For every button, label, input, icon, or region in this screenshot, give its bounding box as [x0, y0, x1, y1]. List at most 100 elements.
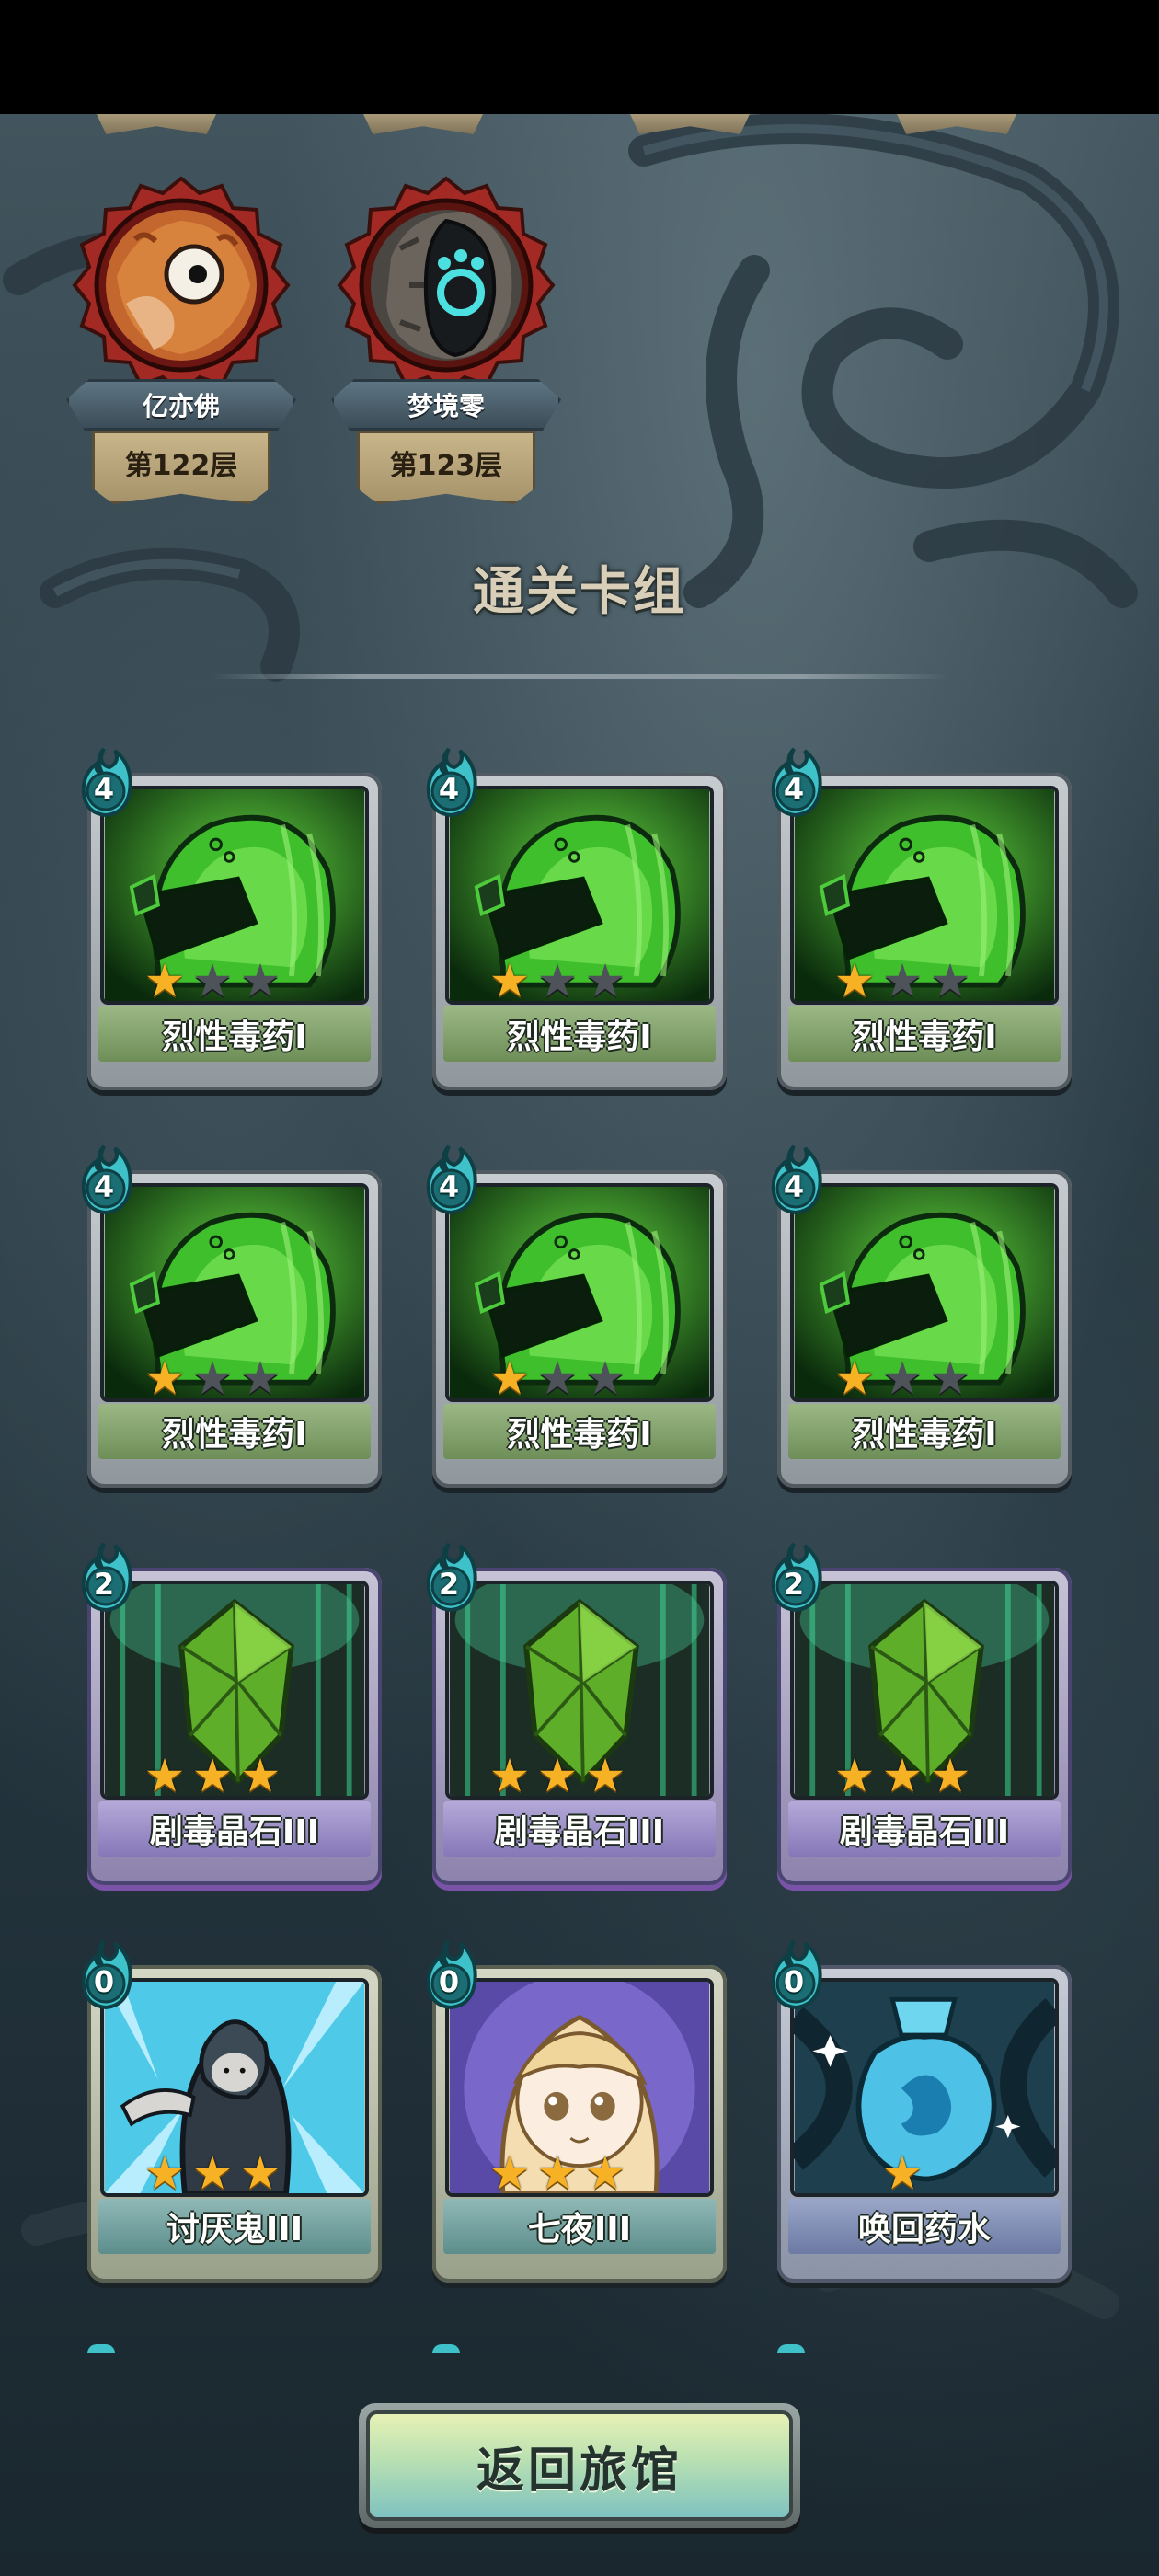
star-filled-icon: ★ — [584, 1749, 626, 1802]
energy-flame-icon: 0 — [768, 1938, 832, 2011]
star-filled-icon: ★ — [143, 954, 186, 1007]
card-poison-crystal[interactable]: ★ ★ ★ 剧毒晶石III 2 — [426, 1540, 727, 1890]
card-cost: 2 — [438, 1567, 460, 1602]
energy-flame-icon: 2 — [423, 1540, 488, 1614]
star-rating: ★ ★ ★ — [488, 954, 671, 1007]
card-cost: 0 — [438, 1964, 460, 1999]
star-filled-icon: ★ — [536, 1749, 579, 1802]
section-title: 通关卡组 — [473, 562, 686, 622]
star-filled-icon: ★ — [881, 2146, 924, 2200]
energy-flame-icon: 0 — [78, 1938, 143, 2011]
card-cost: 0 — [93, 1964, 115, 1999]
pennant — [97, 114, 216, 134]
star-rating: ★ ★ ★ — [488, 1749, 671, 1802]
card-cost: 0 — [783, 1964, 805, 1999]
energy-flame-icon: 4 — [423, 745, 488, 819]
star-filled-icon: ★ — [191, 2146, 234, 2200]
card-name: 烈性毒药I — [443, 1404, 716, 1459]
star-empty-icon: ★ — [239, 954, 281, 1007]
return-to-inn-button[interactable]: 返回旅馆 — [359, 2403, 800, 2528]
status-bar — [0, 0, 1159, 114]
energy-flame-icon: 4 — [423, 1143, 488, 1216]
star-rating: ★ ★ ★ — [832, 1749, 1016, 1802]
card-cost: 4 — [438, 1169, 460, 1204]
star-empty-icon: ★ — [191, 954, 234, 1007]
next-row-peek — [777, 2344, 1072, 2355]
star-filled-icon: ★ — [488, 954, 531, 1007]
card-name: 讨厌鬼III — [98, 2199, 371, 2254]
star-rating: ★ — [880, 2146, 1064, 2200]
card-cost: 2 — [783, 1567, 805, 1602]
card-poison-potion[interactable]: ★ ★ ★ 烈性毒药I 4 — [81, 745, 382, 1095]
card-poison-potion[interactable]: ★ ★ ★ 烈性毒药I 4 — [81, 1143, 382, 1492]
star-filled-icon: ★ — [488, 1749, 531, 1802]
star-filled-icon: ★ — [488, 1351, 531, 1405]
star-rating: ★ ★ ★ — [832, 954, 1016, 1007]
star-empty-icon: ★ — [239, 1351, 281, 1405]
card-name: 烈性毒药I — [443, 1006, 716, 1062]
card-cost: 4 — [783, 772, 805, 807]
card-cost: 4 — [93, 772, 115, 807]
card-poison-potion[interactable]: ★ ★ ★ 烈性毒药I 4 — [426, 745, 727, 1095]
energy-flame-icon: 4 — [78, 745, 143, 819]
card-name: 剧毒晶石III — [788, 1801, 1061, 1857]
card-poison-crystal[interactable]: ★ ★ ★ 剧毒晶石III 2 — [81, 1540, 382, 1890]
star-filled-icon: ★ — [143, 1749, 186, 1802]
return-to-inn-label: 返回旅馆 — [366, 2410, 793, 2521]
card-recall-potion[interactable]: ★ 唤回药水 0 — [771, 1938, 1072, 2287]
card-name: 七夜III — [443, 2199, 716, 2254]
card-name: 烈性毒药I — [788, 1404, 1061, 1459]
star-rating: ★ ★ ★ — [143, 2146, 327, 2200]
card-poison-potion[interactable]: ★ ★ ★ 烈性毒药I 4 — [426, 1143, 727, 1492]
star-empty-icon: ★ — [929, 954, 971, 1007]
pennant — [363, 114, 483, 134]
card-poison-potion[interactable]: ★ ★ ★ 烈性毒药I 4 — [771, 1143, 1072, 1492]
star-empty-icon: ★ — [536, 1351, 579, 1405]
next-row-peek — [87, 2344, 382, 2355]
star-filled-icon: ★ — [191, 1749, 234, 1802]
cost-badge-peek — [87, 2344, 115, 2353]
card-blonde-girl[interactable]: ★ ★ ★ 七夜III 0 — [426, 1938, 727, 2287]
star-filled-icon: ★ — [239, 2146, 281, 2200]
cost-badge-peek — [432, 2344, 460, 2353]
card-cost: 4 — [93, 1169, 115, 1204]
boss-entry-2[interactable]: 梦境零 第123层 — [331, 175, 561, 524]
card-cost: 4 — [438, 772, 460, 807]
energy-flame-icon: 4 — [768, 1143, 832, 1216]
card-name: 烈性毒药I — [788, 1006, 1061, 1062]
boss-name: 亿亦佛 — [66, 379, 296, 431]
energy-flame-icon: 2 — [768, 1540, 832, 1614]
boss-name: 梦境零 — [331, 379, 561, 431]
card-cost: 4 — [783, 1169, 805, 1204]
star-rating: ★ ★ ★ — [488, 1351, 671, 1405]
star-filled-icon: ★ — [239, 1749, 281, 1802]
star-filled-icon: ★ — [833, 1351, 876, 1405]
next-row-peek — [432, 2344, 727, 2355]
card-name: 烈性毒药I — [98, 1006, 371, 1062]
pennant — [630, 114, 750, 134]
card-name: 剧毒晶石III — [98, 1801, 371, 1857]
card-poison-potion[interactable]: ★ ★ ★ 烈性毒药I 4 — [771, 745, 1072, 1095]
card-hooded-figure[interactable]: ★ ★ ★ 讨厌鬼III 0 — [81, 1938, 382, 2287]
energy-flame-icon: 0 — [423, 1938, 488, 2011]
star-filled-icon: ★ — [929, 1749, 971, 1802]
star-empty-icon: ★ — [881, 1351, 924, 1405]
boss-entry-1[interactable]: 亿亦佛 第122层 — [66, 175, 296, 524]
boss-floor-badge: 第123层 — [357, 431, 535, 504]
star-empty-icon: ★ — [584, 1351, 626, 1405]
star-rating: ★ ★ ★ — [832, 1351, 1016, 1405]
star-empty-icon: ★ — [584, 954, 626, 1007]
energy-flame-icon: 2 — [78, 1540, 143, 1614]
card-poison-crystal[interactable]: ★ ★ ★ 剧毒晶石III 2 — [771, 1540, 1072, 1890]
energy-flame-icon: 4 — [768, 745, 832, 819]
star-filled-icon: ★ — [833, 1749, 876, 1802]
star-filled-icon: ★ — [143, 1351, 186, 1405]
card-name: 烈性毒药I — [98, 1404, 371, 1459]
pennant — [897, 114, 1016, 134]
cost-badge-peek — [777, 2344, 805, 2353]
star-filled-icon: ★ — [881, 1749, 924, 1802]
star-empty-icon: ★ — [536, 954, 579, 1007]
star-filled-icon: ★ — [584, 2146, 626, 2200]
card-name: 剧毒晶石III — [443, 1801, 716, 1857]
energy-flame-icon: 4 — [78, 1143, 143, 1216]
